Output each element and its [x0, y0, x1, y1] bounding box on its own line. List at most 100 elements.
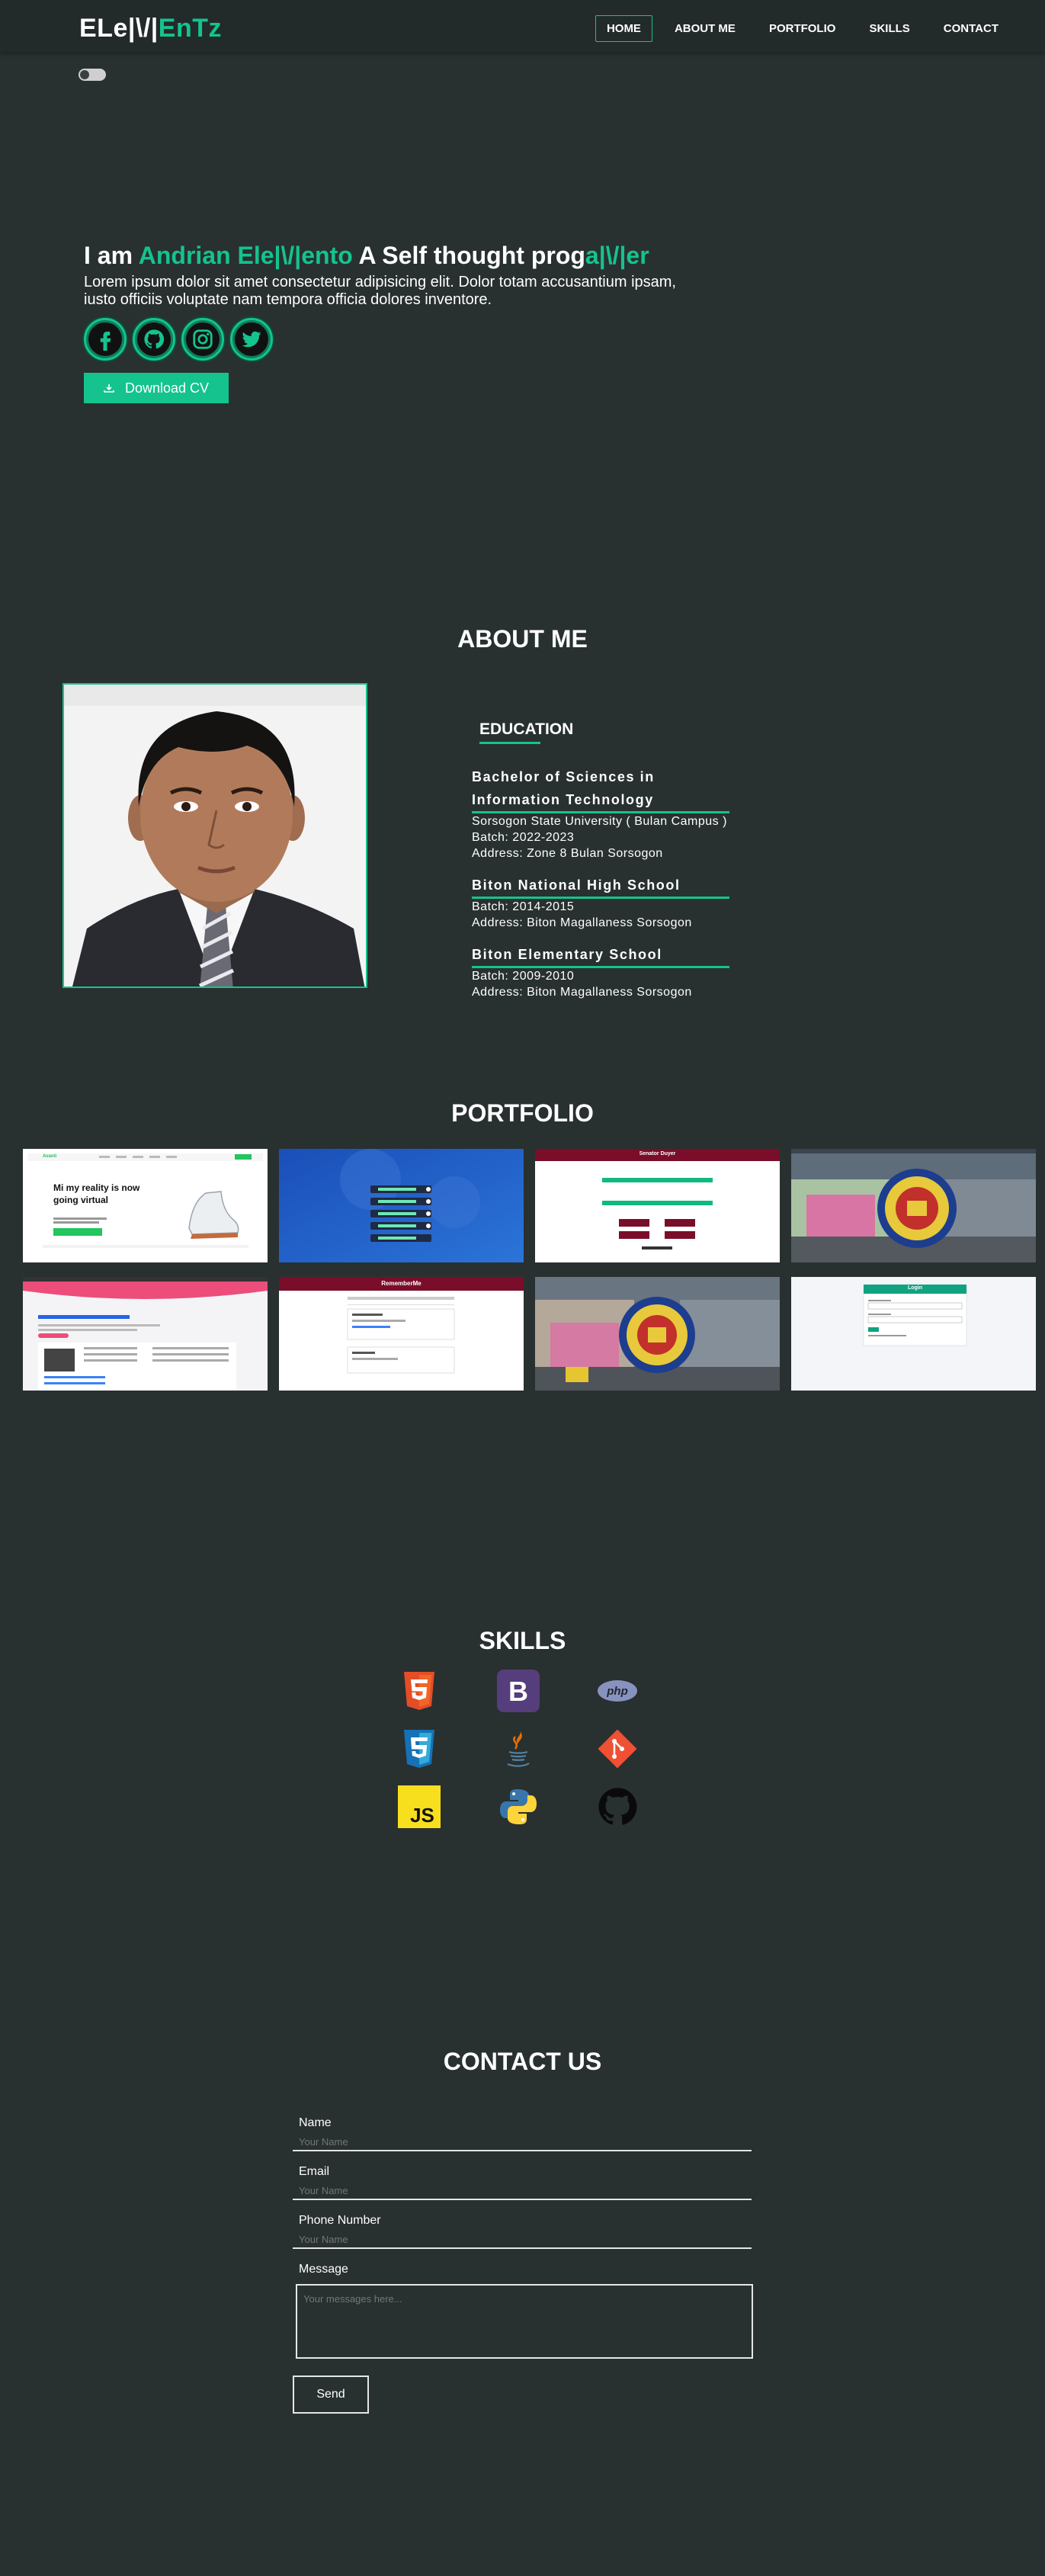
phone-label: Phone Number [299, 2214, 381, 2227]
rememberme-thumb-title: RememberMe [381, 1280, 422, 1287]
portfolio-item-blue-form[interactable] [279, 1149, 524, 1262]
skill-javascript: JS [396, 1785, 442, 1828]
portfolio-thumb-voting [535, 1149, 780, 1262]
school-item: Biton National High School Batch: 2014-2… [472, 874, 731, 931]
portfolio-thumb-profile-page [23, 1277, 268, 1391]
form-group-message: Message [293, 2261, 753, 2359]
education-heading: EDUCATION [479, 720, 574, 738]
navbar: ELe|\/|EnTz HOME ABOUT ME PORTFOLIO SKIL… [0, 0, 1045, 52]
email-input[interactable] [293, 2182, 752, 2200]
twitter-link[interactable] [230, 318, 273, 361]
html5-icon [404, 1672, 434, 1710]
profile-portrait-image [64, 685, 366, 986]
email-label: Email [299, 2165, 330, 2178]
portfolio-title: PORTFOLIO [451, 1099, 594, 1127]
download-cv-button[interactable]: Download CV [84, 373, 229, 403]
hero-middle: A Self thought prog [352, 242, 585, 269]
skill-php: php [595, 1670, 640, 1712]
contact-title: CONTACT US [443, 2048, 602, 2075]
name-input[interactable] [293, 2133, 752, 2151]
shoe-thumb-headline-1: Mi my reality is now [53, 1182, 140, 1193]
portfolio-item-shoe-site[interactable]: Avanti Mi my reality is now going virtua… [23, 1149, 268, 1262]
school-name: Biton National High School [472, 877, 681, 893]
portfolio-thumb-school-building [791, 1149, 1036, 1262]
hero-prefix: I am [84, 242, 139, 269]
education-panel: EDUCATION Bachelor of Sciences in Inform… [472, 720, 731, 1000]
skill-python [495, 1785, 541, 1828]
github-icon [598, 1788, 637, 1825]
toggle-knob [80, 70, 89, 79]
nav-about[interactable]: ABOUT ME [663, 15, 747, 42]
nav-links: HOME ABOUT ME PORTFOLIO SKILLS CONTACT [595, 15, 1010, 42]
skills-title: SKILLS [479, 1627, 566, 1654]
portfolio-thumb-login [791, 1277, 1036, 1391]
form-group-email: Email [293, 2164, 752, 2200]
php-label: php [606, 1685, 628, 1698]
hero-description: Lorem ipsum dolor sit amet consectetur a… [84, 274, 676, 308]
brand-part1: ELe|\/| [79, 14, 159, 43]
voting-thumb-title: Senator Duyer [639, 1151, 676, 1156]
profile-photo [63, 683, 367, 988]
message-label: Message [299, 2263, 348, 2276]
portfolio-item-rememberme[interactable]: RememberMe [279, 1277, 524, 1391]
facebook-icon [100, 332, 111, 351]
social-links [84, 318, 770, 361]
portfolio-item-school-seal[interactable] [535, 1277, 780, 1391]
school-detail: Batch: 2022-2023 [472, 831, 575, 844]
portfolio-item-login[interactable]: Login [791, 1277, 1036, 1391]
java-icon [507, 1731, 530, 1767]
skill-java [495, 1727, 541, 1770]
hero-section: I am Andrian Ele|\/|ento A Self thought … [84, 240, 770, 403]
phone-input[interactable] [293, 2231, 752, 2249]
css3-icon [404, 1730, 434, 1768]
download-icon [104, 384, 114, 393]
bootstrap-letter: B [508, 1676, 528, 1707]
school-name: Biton Elementary School [472, 947, 662, 962]
skill-github [595, 1785, 640, 1828]
portfolio-grid: Avanti Mi my reality is now going virtua… [23, 1149, 1037, 1391]
school-detail: Batch: 2014-2015 [472, 900, 575, 913]
instagram-icon [193, 329, 213, 349]
school-detail: Address: Biton Magallaness Sorsogon [472, 986, 692, 999]
portfolio-item-voting[interactable]: Senator Duyer [535, 1149, 780, 1262]
school-detail: Sorsogon State University ( Bulan Campus… [472, 815, 727, 828]
nav-home[interactable]: HOME [595, 15, 652, 42]
theme-toggle[interactable] [79, 69, 106, 81]
brand-logo[interactable]: ELe|\/|EnTz [79, 14, 222, 43]
portfolio-item-profile-page[interactable] [23, 1277, 268, 1391]
skills-grid: B php JS [396, 1670, 648, 1828]
login-thumb-title: Login [907, 1285, 923, 1291]
javascript-label: JS [410, 1804, 434, 1827]
form-group-phone: Phone Number [293, 2212, 752, 2249]
message-textarea[interactable] [296, 2284, 753, 2359]
skill-bootstrap: B [495, 1670, 541, 1712]
hero-title: I am Andrian Ele|\/|ento A Self thought … [84, 240, 770, 271]
nav-portfolio[interactable]: PORTFOLIO [758, 15, 848, 42]
github-link[interactable] [133, 318, 175, 361]
skill-css3 [396, 1727, 442, 1770]
hero-suffix: a|\/|er [585, 242, 649, 269]
name-label: Name [299, 2116, 332, 2129]
school-detail: Address: Biton Magallaness Sorsogon [472, 916, 692, 929]
php-icon: php [598, 1680, 637, 1702]
instagram-link[interactable] [181, 318, 224, 361]
school-item: Bachelor of Sciences in Information Tech… [472, 765, 731, 861]
skill-git [595, 1727, 640, 1770]
shoe-thumb-headline-2: going virtual [53, 1195, 108, 1205]
about-title: ABOUT ME [457, 625, 588, 653]
portfolio-thumb-school-seal [535, 1277, 780, 1391]
facebook-link[interactable] [84, 318, 127, 361]
brand-part2: EnTz [158, 14, 222, 43]
twitter-icon [242, 331, 261, 348]
school-detail: Address: Zone 8 Bulan Sorsogon [472, 847, 663, 860]
portfolio-item-school-building[interactable] [791, 1149, 1036, 1262]
school-item: Biton Elementary School Batch: 2009-2010… [472, 943, 731, 1000]
education-heading-underline [479, 742, 540, 744]
shoe-thumb-logo: Avanti [43, 1154, 57, 1159]
school-name: Bachelor of Sciences in Information Tech… [472, 769, 655, 807]
send-button[interactable]: Send [293, 2376, 369, 2414]
nav-contact[interactable]: CONTACT [932, 15, 1010, 42]
nav-skills[interactable]: SKILLS [857, 15, 921, 42]
hero-name: Andrian Ele|\/|ento [138, 242, 353, 269]
form-group-name: Name [293, 2115, 752, 2151]
